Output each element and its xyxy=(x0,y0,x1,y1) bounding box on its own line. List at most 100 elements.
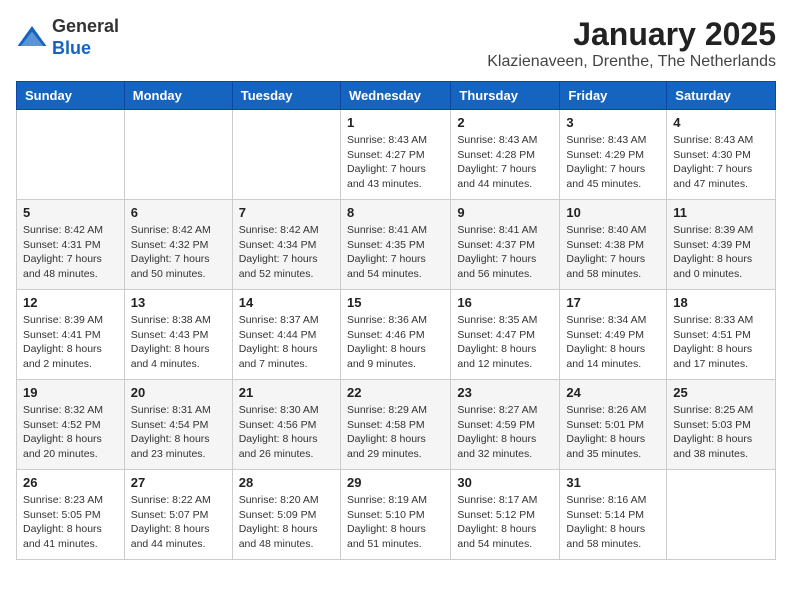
day-number: 26 xyxy=(23,475,118,490)
day-info: Sunrise: 8:26 AM Sunset: 5:01 PM Dayligh… xyxy=(566,403,660,462)
calendar-day-cell: 4 Sunrise: 8:43 AM Sunset: 4:30 PM Daylig… xyxy=(667,110,776,200)
calendar-header-row: SundayMondayTuesdayWednesdayThursdayFrid… xyxy=(17,82,776,110)
calendar-day-cell: 16 Sunrise: 8:35 AM Sunset: 4:47 PM Dayli… xyxy=(451,290,560,380)
day-info: Sunrise: 8:41 AM Sunset: 4:37 PM Dayligh… xyxy=(457,223,553,282)
day-info: Sunrise: 8:33 AM Sunset: 4:51 PM Dayligh… xyxy=(673,313,769,372)
calendar-day-cell: 14 Sunrise: 8:37 AM Sunset: 4:44 PM Dayli… xyxy=(232,290,340,380)
calendar-week-row: 19 Sunrise: 8:32 AM Sunset: 4:52 PM Dayli… xyxy=(17,380,776,470)
calendar-day-cell xyxy=(232,110,340,200)
calendar-day-cell: 30 Sunrise: 8:17 AM Sunset: 5:12 PM Dayli… xyxy=(451,470,560,560)
day-number: 3 xyxy=(566,115,660,130)
day-number: 13 xyxy=(131,295,226,310)
calendar-day-cell: 29 Sunrise: 8:19 AM Sunset: 5:10 PM Dayli… xyxy=(340,470,450,560)
day-number: 19 xyxy=(23,385,118,400)
day-info: Sunrise: 8:43 AM Sunset: 4:29 PM Dayligh… xyxy=(566,133,660,192)
calendar-day-cell: 5 Sunrise: 8:42 AM Sunset: 4:31 PM Daylig… xyxy=(17,200,125,290)
day-info: Sunrise: 8:36 AM Sunset: 4:46 PM Dayligh… xyxy=(347,313,444,372)
calendar-day-cell: 26 Sunrise: 8:23 AM Sunset: 5:05 PM Dayli… xyxy=(17,470,125,560)
day-info: Sunrise: 8:42 AM Sunset: 4:32 PM Dayligh… xyxy=(131,223,226,282)
page-header: General Blue January 2025 Klazienaveen, … xyxy=(16,16,776,71)
day-info: Sunrise: 8:42 AM Sunset: 4:34 PM Dayligh… xyxy=(239,223,334,282)
day-info: Sunrise: 8:39 AM Sunset: 4:41 PM Dayligh… xyxy=(23,313,118,372)
day-number: 15 xyxy=(347,295,444,310)
calendar-week-row: 12 Sunrise: 8:39 AM Sunset: 4:41 PM Dayli… xyxy=(17,290,776,380)
page-subtitle: Klazienaveen, Drenthe, The Netherlands xyxy=(487,53,776,71)
calendar-day-cell: 21 Sunrise: 8:30 AM Sunset: 4:56 PM Dayli… xyxy=(232,380,340,470)
day-info: Sunrise: 8:25 AM Sunset: 5:03 PM Dayligh… xyxy=(673,403,769,462)
calendar-day-cell: 9 Sunrise: 8:41 AM Sunset: 4:37 PM Daylig… xyxy=(451,200,560,290)
calendar-day-cell: 31Sunrise: 8:16 AM Sunset: 5:14 PM Dayli… xyxy=(560,470,667,560)
day-info: Sunrise: 8:37 AM Sunset: 4:44 PM Dayligh… xyxy=(239,313,334,372)
day-number: 12 xyxy=(23,295,118,310)
calendar-day-cell: 10 Sunrise: 8:40 AM Sunset: 4:38 PM Dayli… xyxy=(560,200,667,290)
day-info: Sunrise: 8:30 AM Sunset: 4:56 PM Dayligh… xyxy=(239,403,334,462)
day-number: 9 xyxy=(457,205,553,220)
day-number: 6 xyxy=(131,205,226,220)
calendar-day-cell xyxy=(17,110,125,200)
calendar-day-cell xyxy=(667,470,776,560)
day-number: 24 xyxy=(566,385,660,400)
day-number: 16 xyxy=(457,295,553,310)
page-title: January 2025 xyxy=(487,16,776,53)
day-number: 27 xyxy=(131,475,226,490)
day-number: 17 xyxy=(566,295,660,310)
day-number: 21 xyxy=(239,385,334,400)
calendar-day-cell: 13 Sunrise: 8:38 AM Sunset: 4:43 PM Dayli… xyxy=(124,290,232,380)
day-number: 10 xyxy=(566,205,660,220)
day-info: Sunrise: 8:42 AM Sunset: 4:31 PM Dayligh… xyxy=(23,223,118,282)
day-info: Sunrise: 8:29 AM Sunset: 4:58 PM Dayligh… xyxy=(347,403,444,462)
calendar-day-header: Wednesday xyxy=(340,82,450,110)
day-number: 14 xyxy=(239,295,334,310)
calendar-day-cell: 3 Sunrise: 8:43 AM Sunset: 4:29 PM Daylig… xyxy=(560,110,667,200)
day-number: 29 xyxy=(347,475,444,490)
day-info: Sunrise: 8:17 AM Sunset: 5:12 PM Dayligh… xyxy=(457,493,553,552)
day-number: 18 xyxy=(673,295,769,310)
title-block: January 2025 Klazienaveen, Drenthe, The … xyxy=(487,16,776,71)
calendar-day-header: Saturday xyxy=(667,82,776,110)
calendar-day-cell: 28Sunrise: 8:20 AM Sunset: 5:09 PM Dayli… xyxy=(232,470,340,560)
day-number: 20 xyxy=(131,385,226,400)
day-info: Sunrise: 8:32 AM Sunset: 4:52 PM Dayligh… xyxy=(23,403,118,462)
calendar-day-header: Thursday xyxy=(451,82,560,110)
day-number: 4 xyxy=(673,115,769,130)
calendar-day-cell: 6 Sunrise: 8:42 AM Sunset: 4:32 PM Daylig… xyxy=(124,200,232,290)
calendar-week-row: 5 Sunrise: 8:42 AM Sunset: 4:31 PM Daylig… xyxy=(17,200,776,290)
calendar-day-cell: 2Sunrise: 8:43 AM Sunset: 4:28 PM Daylig… xyxy=(451,110,560,200)
calendar-day-cell: 27Sunrise: 8:22 AM Sunset: 5:07 PM Dayli… xyxy=(124,470,232,560)
calendar-day-cell: 15 Sunrise: 8:36 AM Sunset: 4:46 PM Dayli… xyxy=(340,290,450,380)
calendar-day-cell: 22 Sunrise: 8:29 AM Sunset: 4:58 PM Dayli… xyxy=(340,380,450,470)
day-info: Sunrise: 8:31 AM Sunset: 4:54 PM Dayligh… xyxy=(131,403,226,462)
calendar-day-header: Tuesday xyxy=(232,82,340,110)
calendar-week-row: 26 Sunrise: 8:23 AM Sunset: 5:05 PM Dayli… xyxy=(17,470,776,560)
day-info: Sunrise: 8:38 AM Sunset: 4:43 PM Dayligh… xyxy=(131,313,226,372)
day-number: 7 xyxy=(239,205,334,220)
day-number: 22 xyxy=(347,385,444,400)
day-number: 30 xyxy=(457,475,553,490)
day-number: 2 xyxy=(457,115,553,130)
day-number: 5 xyxy=(23,205,118,220)
day-info: Sunrise: 8:23 AM Sunset: 5:05 PM Dayligh… xyxy=(23,493,118,552)
calendar-day-cell: 23Sunrise: 8:27 AM Sunset: 4:59 PM Dayli… xyxy=(451,380,560,470)
day-info: Sunrise: 8:19 AM Sunset: 5:10 PM Dayligh… xyxy=(347,493,444,552)
day-number: 28 xyxy=(239,475,334,490)
day-info: Sunrise: 8:35 AM Sunset: 4:47 PM Dayligh… xyxy=(457,313,553,372)
logo-blue: Blue xyxy=(52,38,91,58)
day-number: 11 xyxy=(673,205,769,220)
day-info: Sunrise: 8:34 AM Sunset: 4:49 PM Dayligh… xyxy=(566,313,660,372)
logo-general: General xyxy=(52,16,119,36)
calendar-day-header: Monday xyxy=(124,82,232,110)
day-number: 8 xyxy=(347,205,444,220)
day-number: 31 xyxy=(566,475,660,490)
calendar-day-cell: 11 Sunrise: 8:39 AM Sunset: 4:39 PM Dayli… xyxy=(667,200,776,290)
day-info: Sunrise: 8:40 AM Sunset: 4:38 PM Dayligh… xyxy=(566,223,660,282)
calendar-day-cell: 17 Sunrise: 8:34 AM Sunset: 4:49 PM Dayli… xyxy=(560,290,667,380)
calendar-day-cell: 1Sunrise: 8:43 AM Sunset: 4:27 PM Daylig… xyxy=(340,110,450,200)
day-number: 1 xyxy=(347,115,444,130)
calendar-day-cell: 8 Sunrise: 8:41 AM Sunset: 4:35 PM Daylig… xyxy=(340,200,450,290)
calendar-table: SundayMondayTuesdayWednesdayThursdayFrid… xyxy=(16,81,776,560)
logo-icon xyxy=(16,22,48,54)
day-info: Sunrise: 8:41 AM Sunset: 4:35 PM Dayligh… xyxy=(347,223,444,282)
logo-text: General Blue xyxy=(52,16,119,59)
day-info: Sunrise: 8:39 AM Sunset: 4:39 PM Dayligh… xyxy=(673,223,769,282)
day-info: Sunrise: 8:43 AM Sunset: 4:30 PM Dayligh… xyxy=(673,133,769,192)
